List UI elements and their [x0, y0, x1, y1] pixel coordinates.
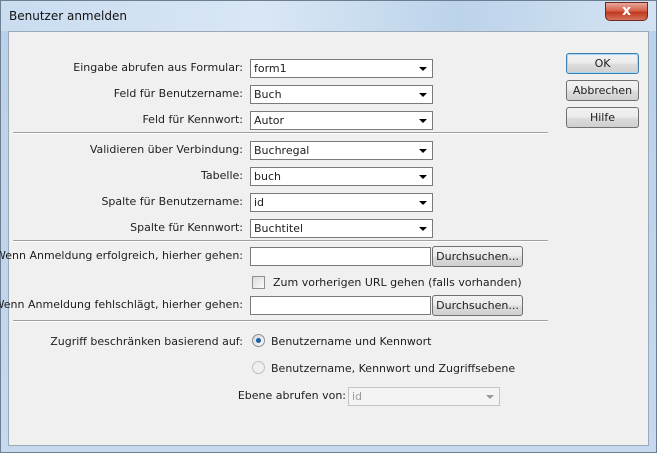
- restrict-option2-radio[interactable]: [252, 361, 265, 374]
- success-redirect-label: Wenn Anmeldung erfolgreich, hierher gehe…: [0, 249, 243, 262]
- chevron-down-icon: [419, 175, 427, 179]
- close-button[interactable]: x: [605, 2, 648, 21]
- previous-url-label: Zum vorherigen URL gehen (falls vorhande…: [273, 276, 522, 289]
- get-from-form-select[interactable]: form1: [250, 59, 433, 78]
- chevron-down-icon: [419, 201, 427, 205]
- failure-redirect-label: Wenn Anmeldung fehlschlägt, hierher gehe…: [0, 298, 243, 311]
- level-label: Ebene abrufen von:: [237, 389, 346, 402]
- password-field-value: Autor: [254, 114, 285, 127]
- level-select[interactable]: id: [348, 387, 500, 406]
- window-title: Benutzer anmelden: [9, 9, 127, 23]
- chevron-down-icon: [419, 227, 427, 231]
- validate-connection-label: Validieren über Verbindung:: [89, 143, 243, 156]
- failure-redirect-input[interactable]: [250, 296, 431, 315]
- password-column-select[interactable]: Buchtitel: [250, 219, 433, 238]
- dialog-window: Benutzer anmelden x Eingabe abrufen aus …: [0, 0, 657, 453]
- table-label: Tabelle:: [201, 169, 243, 182]
- table-select[interactable]: buch: [250, 167, 433, 186]
- chevron-down-icon: [419, 119, 427, 123]
- title-bar[interactable]: Benutzer anmelden x: [1, 1, 656, 31]
- get-from-form-value: form1: [254, 62, 287, 75]
- table-value: buch: [254, 170, 281, 183]
- level-value: id: [352, 390, 363, 403]
- validate-connection-select[interactable]: Buchregal: [250, 141, 433, 160]
- validate-connection-value: Buchregal: [254, 144, 310, 157]
- username-field-value: Buch: [254, 88, 282, 101]
- previous-url-checkbox[interactable]: [252, 276, 265, 289]
- username-field-select[interactable]: Buch: [250, 85, 433, 104]
- success-browse-button[interactable]: Durchsuchen...: [432, 246, 523, 267]
- help-button[interactable]: Hilfe: [566, 107, 639, 128]
- restrict-option1-label: Benutzername und Kennwort: [271, 335, 432, 348]
- success-redirect-input[interactable]: [250, 247, 431, 266]
- dialog-body: Eingabe abrufen aus Formular: form1 Feld…: [0, 31, 649, 446]
- close-icon: x: [621, 3, 632, 19]
- chevron-down-icon: [419, 93, 427, 97]
- chevron-down-icon: [419, 149, 427, 153]
- chevron-down-icon: [419, 67, 427, 71]
- failure-browse-button[interactable]: Durchsuchen...: [432, 295, 523, 316]
- get-from-form-label: Eingabe abrufen aus Formular:: [73, 61, 243, 74]
- chevron-down-icon: [486, 395, 494, 399]
- username-column-value: id: [254, 196, 265, 209]
- username-column-select[interactable]: id: [250, 193, 433, 212]
- ok-button[interactable]: OK: [566, 53, 639, 74]
- cancel-button[interactable]: Abbrechen: [566, 80, 639, 101]
- section-divider: [13, 132, 548, 134]
- password-column-label: Spalte für Kennwort:: [130, 221, 243, 234]
- restrict-option1-radio[interactable]: [252, 334, 265, 347]
- username-column-label: Spalte für Benutzername:: [101, 195, 243, 208]
- password-field-select[interactable]: Autor: [250, 111, 433, 130]
- restrict-access-label: Zugriff beschränken basierend auf:: [50, 335, 243, 348]
- section-divider: [13, 240, 548, 242]
- username-field-label: Feld für Benutzername:: [113, 87, 243, 100]
- password-column-value: Buchtitel: [254, 222, 304, 235]
- restrict-option2-label: Benutzername, Kennwort und Zugriffsebene: [271, 362, 516, 375]
- password-field-label: Feld für Kennwort:: [142, 113, 243, 126]
- section-divider: [13, 320, 548, 322]
